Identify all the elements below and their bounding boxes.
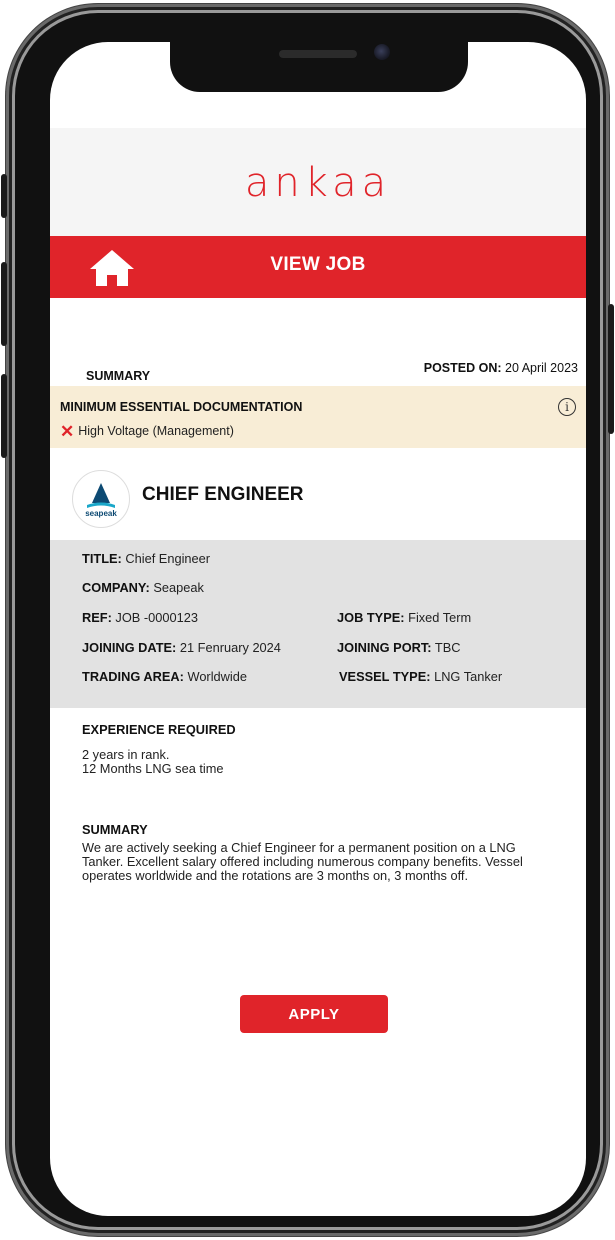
posted-on-label: POSTED ON: [423,361,502,375]
speaker-grille [279,50,357,58]
detail-joining-port-label: JOINING PORT: [337,640,432,655]
job-details: TITLE: Chief Engineer COMPANY: Seapeak R… [50,540,586,708]
posted-on: POSTED ON: 20 April 2023 [424,361,578,375]
experience-title: EXPERIENCE REQUIRED [82,722,236,737]
detail-ref-label: REF: [82,610,112,625]
detail-trading-area-label: TRADING AREA: [82,669,184,684]
company-logo-text: seapeak [85,509,117,518]
detail-job-type: JOB TYPE: Fixed Term [337,610,471,625]
phone-frame: ankaa VIEW JOB SUMMARY POSTED ON: 20 Apr… [1,4,614,1236]
mute-switch [1,174,7,218]
detail-joining-date-value: 21 Fenruary 2024 [179,640,281,655]
top-bar: VIEW JOB [50,236,586,298]
detail-ref: REF: JOB -0000123 [82,610,198,625]
company-logo: seapeak [72,470,130,528]
documentation-title: MINIMUM ESSENTIAL DOCUMENTATION [60,400,303,414]
documentation-item-label: High Voltage (Management) [78,424,234,438]
app-logo: ankaa [244,160,392,206]
detail-company-value: Seapeak [153,580,204,595]
documentation-item: ✕ High Voltage (Management) [60,422,234,442]
detail-job-type-label: JOB TYPE: [337,610,405,625]
volume-up-button [1,262,7,346]
front-camera-icon [374,44,390,60]
x-icon: ✕ [60,422,75,441]
detail-joining-date: JOINING DATE: 21 Fenruary 2024 [82,640,281,655]
detail-ref-value: JOB -0000123 [115,610,198,625]
detail-vessel-type-value: LNG Tanker [434,669,503,684]
documentation-box: MINIMUM ESSENTIAL DOCUMENTATION i ✕ High … [50,386,586,448]
notch [170,42,468,92]
detail-joining-port: JOINING PORT: TBC [337,640,461,655]
detail-title-value: Chief Engineer [125,551,211,566]
summary-label: SUMMARY [86,369,151,383]
detail-joining-date-label: JOINING DATE: [82,640,177,655]
seapeak-logo-icon: seapeak [85,483,117,518]
detail-joining-port-value: TBC [434,640,461,655]
detail-company: COMPANY: Seapeak [82,580,204,595]
job-heading: CHIEF ENGINEER [142,484,304,505]
detail-job-type-value: Fixed Term [408,610,472,625]
detail-trading-area-value: Worldwide [187,669,247,684]
detail-company-label: COMPANY: [82,580,150,595]
volume-down-button [1,374,7,458]
power-button [608,304,614,434]
detail-trading-area: TRADING AREA: Worldwide [82,669,247,684]
app-screen: ankaa VIEW JOB SUMMARY POSTED ON: 20 Apr… [50,42,586,1216]
detail-vessel-type-label: VESSEL TYPE: [339,669,431,684]
summary-body: We are actively seeking a Chief Engineer… [82,840,523,883]
summary-title: SUMMARY [82,822,148,837]
apply-button[interactable]: APPLY [240,995,388,1033]
page-title: VIEW JOB [270,254,366,275]
detail-title-label: TITLE: [82,551,122,566]
posted-on-value: 20 April 2023 [505,361,578,375]
experience-line: 12 Months LNG sea time [82,761,224,776]
detail-title: TITLE: Chief Engineer [82,551,210,566]
experience-line: 2 years in rank. [82,747,170,762]
detail-vessel-type: VESSEL TYPE: LNG Tanker [339,669,502,684]
info-icon[interactable]: i [558,398,576,416]
